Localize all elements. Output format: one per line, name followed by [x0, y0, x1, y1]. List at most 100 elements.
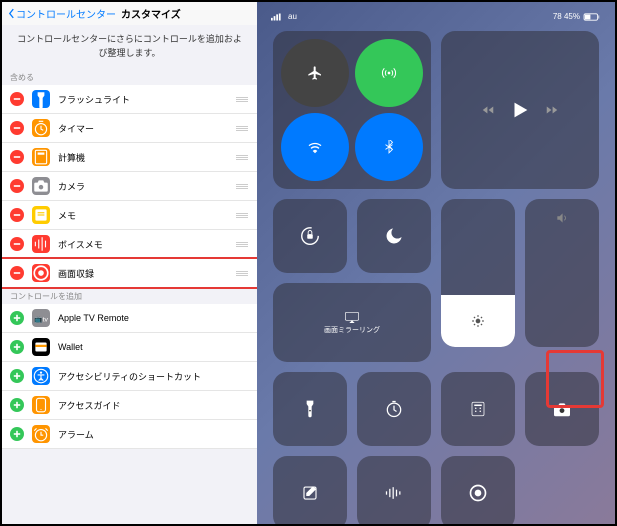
app-icon: [32, 90, 50, 108]
sun-icon: [471, 314, 485, 328]
reorder-handle[interactable]: [235, 271, 249, 276]
airplane-toggle[interactable]: [281, 39, 349, 107]
status-bar: au 78 45%: [257, 2, 615, 25]
remove-button[interactable]: [10, 208, 24, 222]
control-row[interactable]: アクセスガイド: [2, 391, 257, 420]
flashlight-tile[interactable]: [273, 372, 347, 446]
screen-record-tile[interactable]: [441, 456, 515, 524]
waveform-icon: [384, 486, 404, 500]
app-icon: [32, 425, 50, 443]
reorder-handle[interactable]: [235, 155, 249, 160]
control-label: 計算機: [58, 151, 235, 164]
control-row[interactable]: 📺tv Apple TV Remote: [2, 304, 257, 333]
media-panel[interactable]: [441, 31, 599, 189]
reorder-handle[interactable]: [235, 242, 249, 247]
back-label: コントロールセンター: [16, 6, 116, 21]
remove-button[interactable]: [10, 237, 24, 251]
reorder-handle[interactable]: [235, 126, 249, 131]
svg-text:📺tv: 📺tv: [34, 315, 48, 323]
reorder-handle[interactable]: [235, 97, 249, 102]
control-row[interactable]: カメラ: [2, 172, 257, 201]
control-label: アラーム: [58, 428, 249, 441]
volume-icon: [555, 211, 569, 225]
control-row[interactable]: メモ: [2, 201, 257, 230]
highlight-record-tile: [546, 350, 604, 408]
moon-icon: [384, 226, 404, 246]
reorder-handle[interactable]: [235, 213, 249, 218]
control-row[interactable]: 画面収録: [2, 257, 257, 289]
control-label: 画面収録: [58, 267, 235, 280]
mirror-icon: [344, 311, 360, 323]
cellular-toggle[interactable]: [355, 39, 423, 107]
description: コントロールセンターにさらにコントロールを追加および整理します。: [2, 25, 257, 68]
remove-button[interactable]: [10, 92, 24, 106]
control-row[interactable]: タイマー: [2, 114, 257, 143]
remove-button[interactable]: [10, 121, 24, 135]
voice-memo-tile[interactable]: [357, 456, 431, 524]
back-button[interactable]: コントロールセンター: [8, 6, 116, 21]
add-button[interactable]: [10, 340, 24, 354]
volume-slider[interactable]: [525, 199, 599, 347]
control-center-preview: au 78 45%: [257, 2, 615, 524]
app-icon: 📺tv: [32, 309, 50, 327]
lock-rotation-icon: [299, 225, 321, 247]
calculator-tile[interactable]: [441, 372, 515, 446]
brightness-slider[interactable]: [441, 199, 515, 347]
control-row[interactable]: アクセシビリティのショートカット: [2, 362, 257, 391]
control-label: カメラ: [58, 180, 235, 193]
app-icon: [32, 148, 50, 166]
wifi-toggle[interactable]: [281, 113, 349, 181]
add-button[interactable]: [10, 427, 24, 441]
control-row[interactable]: ボイスメモ: [2, 230, 257, 259]
app-icon: [32, 119, 50, 137]
flashlight-icon: [302, 399, 318, 419]
app-icon: [32, 235, 50, 253]
timer-tile[interactable]: [357, 372, 431, 446]
add-button[interactable]: [10, 398, 24, 412]
control-row[interactable]: フラッシュライト: [2, 85, 257, 114]
connectivity-panel[interactable]: [273, 31, 431, 189]
airplane-icon: [307, 65, 323, 81]
app-icon: [32, 206, 50, 224]
control-label: Apple TV Remote: [58, 313, 249, 323]
app-icon: [32, 338, 50, 356]
next-icon[interactable]: [545, 103, 559, 117]
control-label: ボイスメモ: [58, 238, 235, 251]
remove-button[interactable]: [10, 179, 24, 193]
control-label: フラッシュライト: [58, 93, 235, 106]
play-icon[interactable]: [509, 99, 531, 121]
control-label: タイマー: [58, 122, 235, 135]
app-icon: [32, 264, 50, 282]
control-label: メモ: [58, 209, 235, 222]
control-row[interactable]: アラーム: [2, 420, 257, 449]
add-button[interactable]: [10, 369, 24, 383]
notes-icon: [301, 484, 319, 502]
control-row[interactable]: Wallet: [2, 333, 257, 362]
orientation-lock[interactable]: [273, 199, 347, 273]
bluetooth-toggle[interactable]: [355, 113, 423, 181]
app-icon: [32, 396, 50, 414]
control-label: Wallet: [58, 342, 249, 352]
dnd-toggle[interactable]: [357, 199, 431, 273]
control-row[interactable]: 計算機: [2, 143, 257, 172]
signal-icon: [271, 13, 285, 21]
record-icon: [468, 483, 488, 503]
battery-icon: [583, 13, 601, 21]
section-include: 含める: [2, 68, 257, 85]
notes-tile[interactable]: [273, 456, 347, 524]
reorder-handle[interactable]: [235, 184, 249, 189]
calculator-icon: [469, 400, 487, 418]
add-button[interactable]: [10, 311, 24, 325]
control-label: アクセスガイド: [58, 399, 249, 412]
settings-pane: コントロールセンター カスタマイズ コントロールセンターにさらにコントロールを追…: [2, 2, 257, 524]
remove-button[interactable]: [10, 150, 24, 164]
prev-icon[interactable]: [481, 103, 495, 117]
remove-button[interactable]: [10, 266, 24, 280]
nav-title: カスタマイズ: [121, 6, 181, 21]
nav-bar: コントロールセンター カスタマイズ: [2, 2, 257, 25]
timer-icon: [384, 399, 404, 419]
mirror-label: 画面ミラーリング: [324, 325, 380, 335]
section-more: コントロールを追加: [2, 287, 257, 304]
app-icon: [32, 177, 50, 195]
screen-mirror[interactable]: 画面ミラーリング: [273, 283, 431, 362]
